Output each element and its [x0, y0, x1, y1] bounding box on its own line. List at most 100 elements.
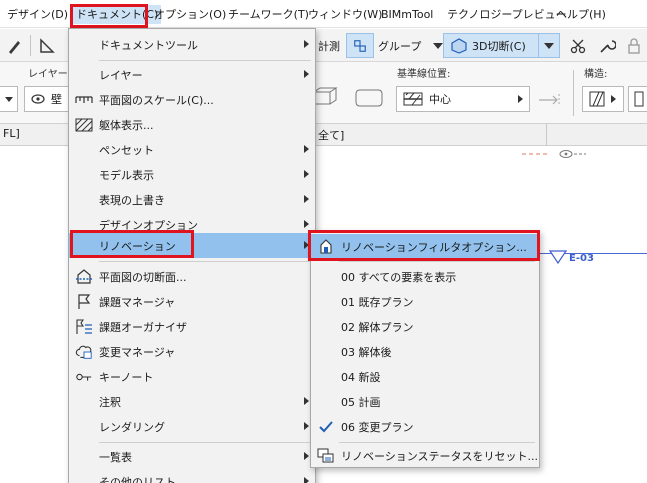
- toolbar-divider: [30, 35, 31, 56]
- menu-item-floor-plan-scale[interactable]: 平面図のスケール(C)...: [69, 87, 315, 112]
- elevation-marker-icon: [549, 250, 567, 264]
- menu-item-floor-plan-cut-plane[interactable]: 平面図の切断面...: [69, 264, 315, 289]
- structure-selector[interactable]: [582, 86, 624, 112]
- infobar-divider: [573, 70, 574, 116]
- structure-option-button[interactable]: [628, 86, 647, 112]
- menu-item-annotation[interactable]: 注釈: [69, 389, 315, 414]
- chevron-down-icon: [544, 42, 554, 49]
- chevron-right-icon: [304, 145, 309, 153]
- flag-icon: [75, 293, 93, 310]
- scissors-icon[interactable]: [570, 33, 588, 58]
- menu-item-change-manager[interactable]: 変更マネージャ: [69, 339, 315, 364]
- structure-caption: 構造:: [584, 69, 608, 80]
- chevron-right-icon: [304, 397, 309, 405]
- menu-item-filter-02[interactable]: 02 解体プラン: [311, 314, 539, 339]
- group-icon: [354, 39, 366, 52]
- wall-rounded-icon[interactable]: [352, 84, 386, 113]
- chevron-right-icon: [304, 170, 309, 178]
- menu-item-filter-04[interactable]: 04 新設: [311, 364, 539, 389]
- menu-item-filter-00[interactable]: 00 すべての要素を表示: [311, 264, 539, 289]
- menu-item-rendering[interactable]: レンダリング: [69, 414, 315, 439]
- menu-window[interactable]: ウィンドウ(W): [308, 5, 382, 24]
- menu-options[interactable]: オプション(O): [154, 5, 226, 24]
- left-dropdown[interactable]: [0, 86, 18, 112]
- chevron-right-icon: [304, 70, 309, 78]
- section-3d-dropdown[interactable]: [538, 33, 560, 58]
- menu-separator: [339, 261, 535, 262]
- menu-separator: [99, 442, 311, 443]
- reset-status-icon: [317, 447, 335, 464]
- menu-teamwork[interactable]: チームワーク(T): [228, 5, 309, 24]
- wrench-icon[interactable]: [598, 33, 616, 58]
- chevron-right-icon: [304, 452, 309, 460]
- layer-selector[interactable]: 壁: [24, 86, 72, 112]
- menu-item-pen-set[interactable]: ペンセット: [69, 137, 315, 162]
- measure-angle-icon[interactable]: [38, 33, 56, 58]
- menu-bimmtool[interactable]: BIMmTool: [381, 5, 433, 24]
- baseline-selector[interactable]: 中心: [396, 86, 530, 112]
- menu-item-filter-05[interactable]: 05 計画: [311, 389, 539, 414]
- menu-item-issue-manager[interactable]: 課題マネージャ: [69, 289, 315, 314]
- baseline-caption: 基準線位置:: [397, 69, 451, 80]
- menu-item-reset-renovation-status[interactable]: リノベーションステータスをリセット...: [311, 443, 539, 468]
- chevron-right-icon: [611, 95, 616, 103]
- chevron-right-icon: [304, 422, 309, 430]
- dashed-eye-icon: [522, 150, 586, 158]
- keynote-icon: [75, 368, 93, 385]
- menu-item-layers[interactable]: レイヤー: [69, 62, 315, 87]
- menu-item-structure-display[interactable]: 躯体表示...: [69, 112, 315, 137]
- chevron-right-icon: [518, 95, 523, 103]
- scale-icon: [75, 91, 93, 108]
- annotation-highlight-document-menu: [70, 4, 148, 28]
- chevron-right-icon: [304, 195, 309, 203]
- tab-divider: [546, 124, 547, 146]
- group-label: グループ: [378, 39, 422, 53]
- change-cloud-icon: [75, 343, 93, 360]
- group-button[interactable]: グループ: [378, 33, 444, 58]
- baseline-value: 中心: [429, 93, 451, 106]
- annotation-highlight-renovation: [70, 230, 194, 258]
- menu-technology-preview[interactable]: テクノロジープレビュー: [447, 5, 567, 24]
- layer-caption: レイヤー:: [28, 69, 72, 80]
- menu-item-issue-organizer[interactable]: 課題オーガナイザ: [69, 314, 315, 339]
- chevron-down-icon: [5, 96, 13, 102]
- eye-icon: [31, 94, 45, 104]
- chevron-right-icon: [304, 477, 309, 483]
- menu-design[interactable]: デザイン(D): [7, 5, 68, 24]
- menu-item-filter-06[interactable]: 06 変更プラン: [311, 414, 539, 439]
- annotation-highlight-filter-options: [308, 230, 540, 261]
- menu-item-model-display[interactable]: モデル表示: [69, 162, 315, 187]
- structure-hatch-icon: [589, 91, 605, 107]
- menu-item-graphic-overrides[interactable]: 表現の上書き: [69, 187, 315, 212]
- view-tab-right[interactable]: 全て]: [318, 127, 344, 143]
- chevron-down-icon: [433, 42, 444, 49]
- group-toggle-button[interactable]: [346, 33, 374, 58]
- menu-item-schedules[interactable]: 一覧表: [69, 444, 315, 469]
- renovation-submenu: リノベーションフィルタオプション... 00 すべての要素を表示 01 既存プラ…: [310, 230, 540, 468]
- view-tab-left[interactable]: FL]: [3, 127, 20, 140]
- measure-label: 計測: [318, 39, 340, 53]
- layer-value: 壁: [51, 93, 62, 106]
- menu-separator: [99, 261, 311, 262]
- elevation-marker-label[interactable]: E-03: [569, 253, 594, 264]
- measure-button[interactable]: 計測: [318, 33, 340, 58]
- menu-separator: [99, 60, 311, 61]
- baseline-center-icon: [403, 92, 423, 106]
- chevron-right-icon: [304, 40, 309, 48]
- section-3d-label: 3D切断(C): [472, 39, 526, 53]
- chevron-right-icon: [304, 220, 309, 228]
- pen-icon[interactable]: [6, 33, 24, 58]
- floor-plan-cut-icon: [75, 268, 93, 285]
- menu-item-filter-01[interactable]: 01 既存プラン: [311, 289, 539, 314]
- lock-icon[interactable]: [626, 33, 642, 58]
- menu-item-filter-03[interactable]: 03 解体後: [311, 339, 539, 364]
- menu-item-document-tools[interactable]: ドキュメントツール: [69, 32, 315, 57]
- menu-help[interactable]: ヘルプ(H): [556, 5, 606, 24]
- checkmark-icon: [317, 418, 335, 435]
- menu-item-keynote[interactable]: キーノート: [69, 364, 315, 389]
- hatch-icon: [75, 116, 93, 133]
- menu-item-other-lists[interactable]: その他のリスト: [69, 469, 315, 483]
- section-3d-button[interactable]: 3D切断(C): [443, 33, 539, 58]
- reference-flip-icon[interactable]: [537, 92, 565, 111]
- cube-cut-icon: [451, 37, 467, 54]
